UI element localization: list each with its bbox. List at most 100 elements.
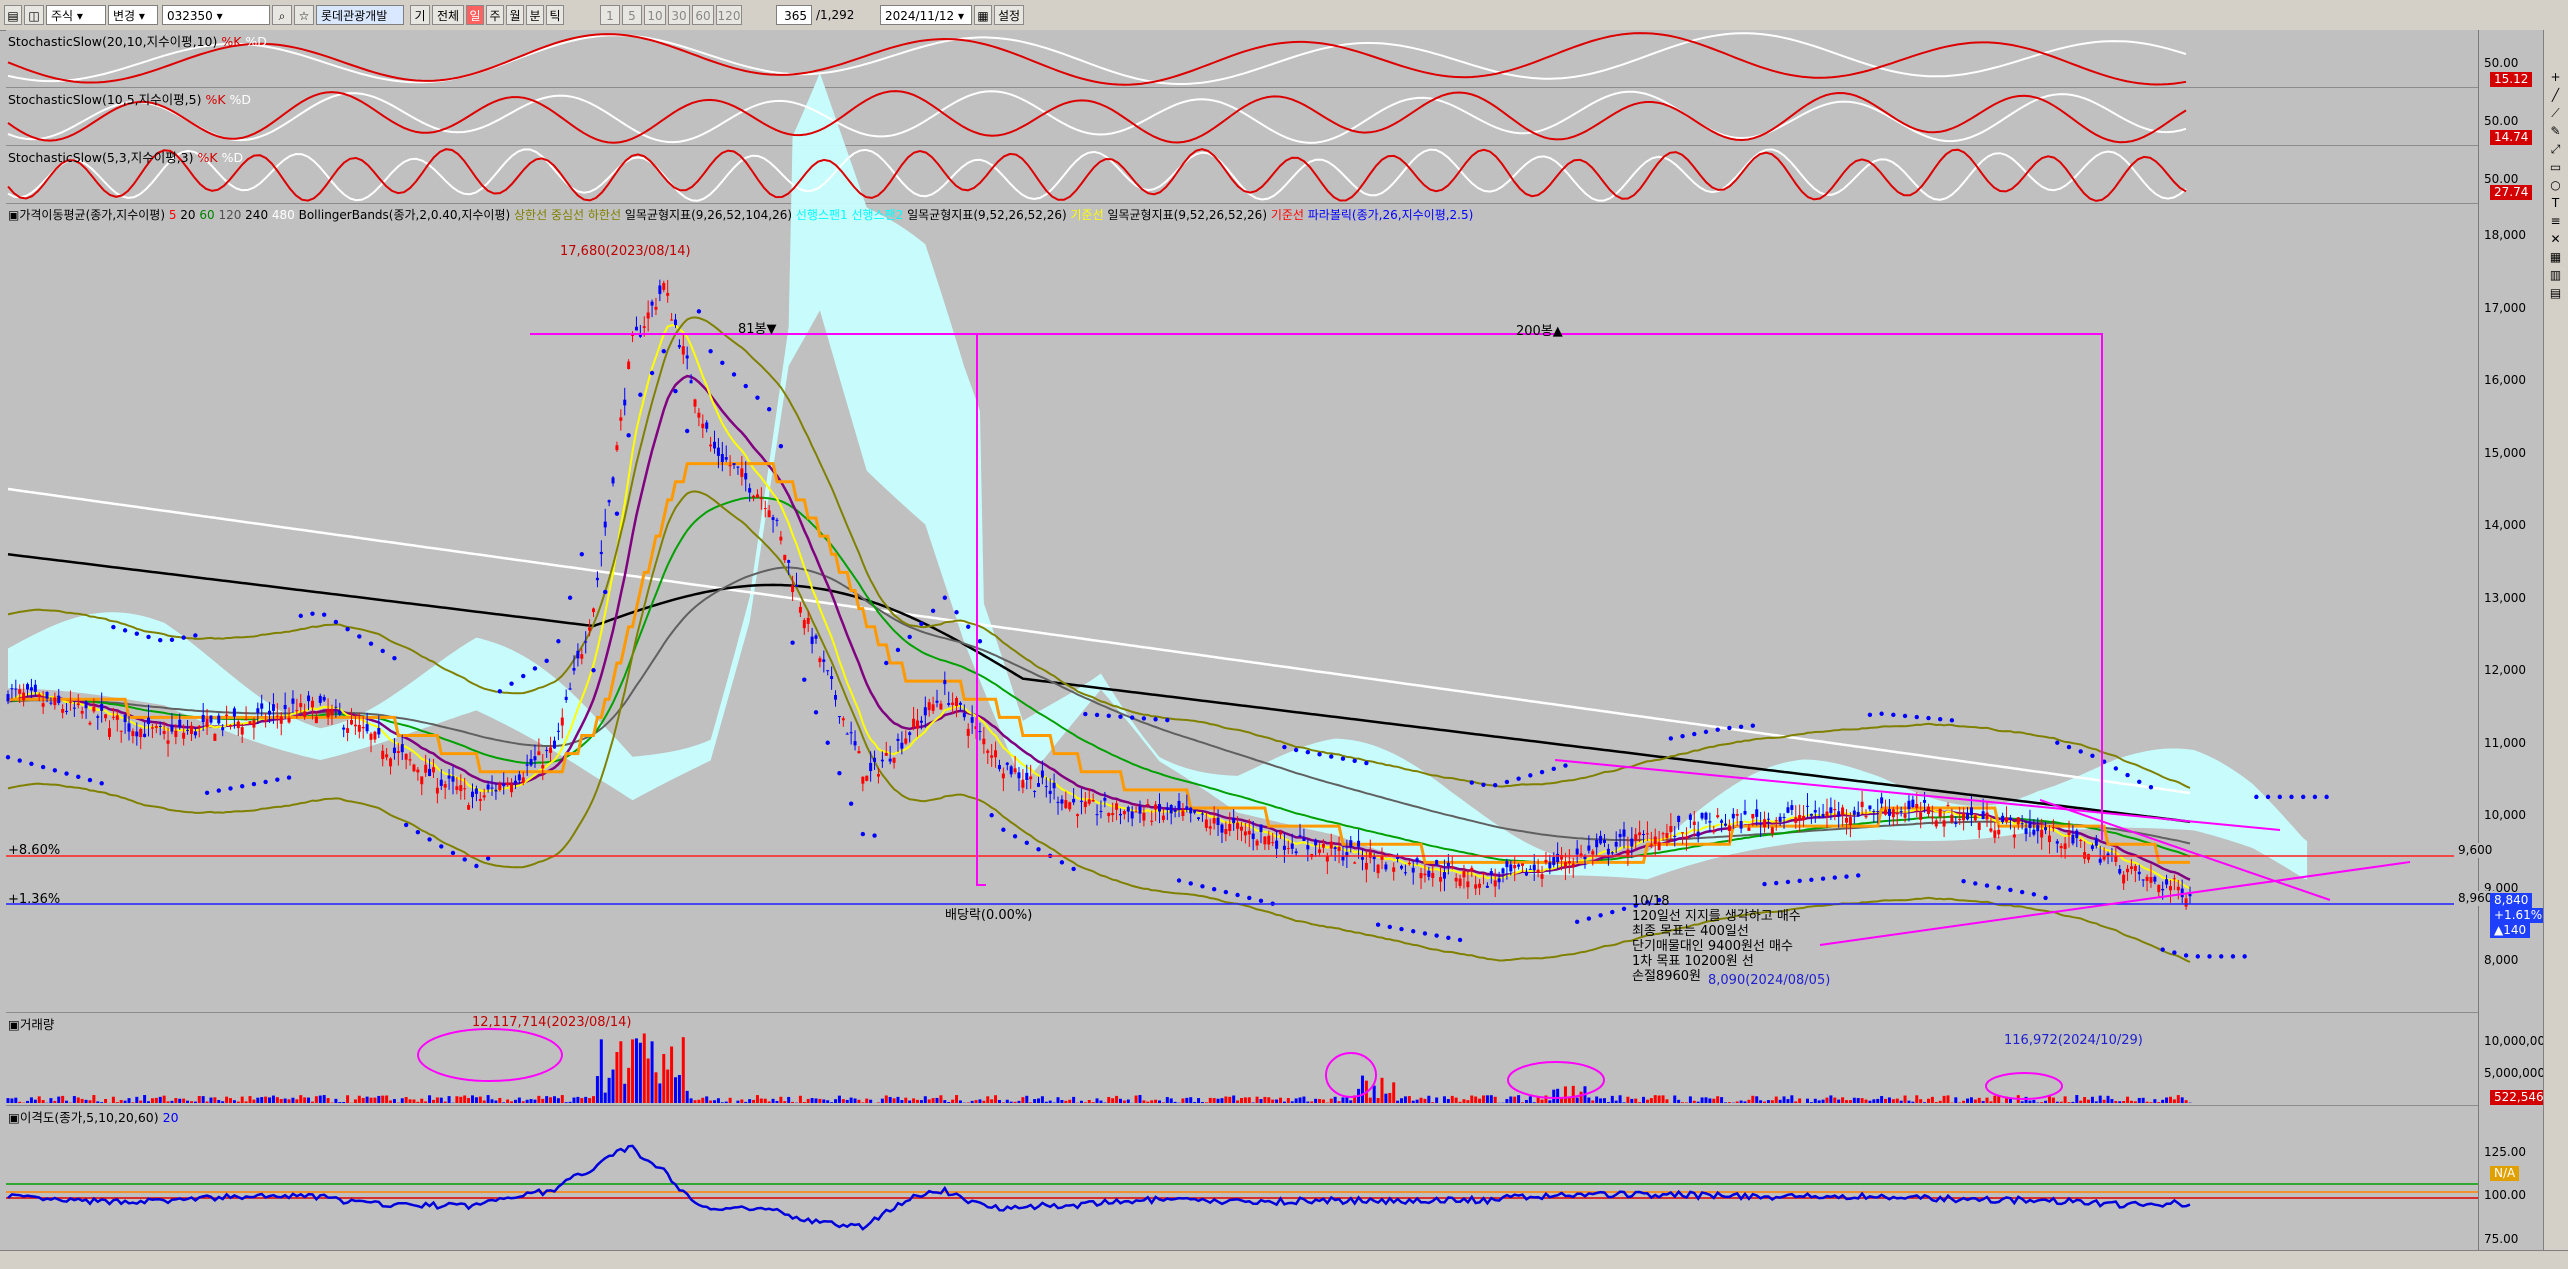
parabolic-sar-dot [662, 349, 666, 353]
volume-bar [1017, 1101, 1020, 1103]
volume-bar [2173, 1099, 2176, 1103]
parabolic-sar-dot [603, 590, 607, 594]
rectangle-tool-icon[interactable]: ▭ [2548, 160, 2563, 175]
candle-body [1064, 800, 1067, 808]
candle-body [167, 740, 170, 743]
volume-bar [545, 1096, 548, 1103]
volume-axis-tick: 5,000,000 [2484, 1066, 2545, 1080]
volume-bar [1634, 1099, 1637, 1103]
candle-body [682, 346, 685, 354]
candle-body [358, 725, 361, 732]
volume-bar [1505, 1099, 1508, 1103]
volume-bar [1318, 1099, 1321, 1103]
volume-bar [526, 1100, 529, 1103]
ex-dividend-text: 배당락(0.00%) [945, 908, 1032, 923]
delete-tool-icon[interactable]: ✕ [2548, 232, 2563, 247]
candle-body [943, 680, 946, 684]
candle-body [1283, 846, 1286, 850]
volume-bar [783, 1101, 786, 1103]
volume-bar [1767, 1100, 1770, 1103]
candle-body [85, 702, 88, 709]
candle-body [432, 767, 435, 772]
trend-tool-icon[interactable]: ⤢ [2548, 142, 2563, 157]
volume-bar [1974, 1100, 1977, 1103]
volume-bar [1224, 1096, 1227, 1103]
candle-body [1662, 833, 1665, 834]
volume-bar [1548, 1100, 1551, 1103]
candle-body [159, 726, 162, 727]
parabolic-sar-dot [1341, 757, 1345, 761]
candle-body [666, 293, 669, 296]
candle-body [1025, 773, 1028, 780]
parabolic-sar-dot [2196, 954, 2200, 958]
volume-bar [1861, 1098, 1864, 1103]
fibonacci-tool-icon[interactable]: ≡ [2548, 214, 2563, 229]
volume-bar [799, 1096, 802, 1103]
line-tool-icon[interactable]: ╱ [2548, 88, 2563, 103]
candle-body [1209, 826, 1212, 828]
text-tool-icon[interactable]: T [2548, 196, 2563, 211]
volume-bar [100, 1102, 103, 1103]
candle-body [967, 729, 970, 736]
candle-body [2028, 822, 2031, 828]
parabolic-sar-dot [1903, 714, 1907, 718]
parabolic-sar-dot [978, 639, 982, 643]
volume-bar [1037, 1098, 1040, 1103]
parabolic-sar-dot [474, 864, 478, 868]
price-tick: 12,000 [2484, 663, 2526, 677]
volume-bar [1615, 1101, 1618, 1103]
volume-bar [994, 1095, 997, 1103]
parabolic-sar-dot [1762, 882, 1766, 886]
parabolic-sar-dot [1704, 730, 1708, 734]
parabolic-sar-dot [2324, 795, 2328, 799]
max-volume-annotation: 12,117,714(2023/08/14) [472, 1015, 632, 1030]
volume-bar [2107, 1096, 2110, 1103]
volume-bar [2079, 1101, 2082, 1103]
legend-entry: 기준선 [1267, 208, 1304, 222]
volume-bar [1927, 1099, 1930, 1103]
candle-body [1923, 800, 1926, 803]
parabolic-sar-dot [1868, 713, 1872, 717]
volume-bar [580, 1098, 583, 1103]
layout-tool-icon[interactable]: ▤ [2548, 286, 2563, 301]
volume-bar [764, 1099, 767, 1103]
volume-bar [401, 1098, 404, 1103]
volume-bar [393, 1099, 396, 1103]
volume-bar [1798, 1099, 1801, 1103]
volume-bar [1673, 1096, 1676, 1103]
candle-body [1775, 820, 1778, 821]
circle-tool-icon[interactable]: ○ [2548, 178, 2563, 193]
volume-bar [77, 1097, 80, 1103]
volume-bar [1404, 1096, 1407, 1103]
candle-body [10, 688, 13, 689]
volume-bar [2064, 1096, 2067, 1103]
volume-bar [303, 1097, 306, 1103]
candle-body [1888, 809, 1891, 816]
volume-bar [2161, 1100, 2164, 1103]
pen-tool-icon[interactable]: ✎ [2548, 124, 2563, 139]
stochastic-3-k: %K [198, 150, 218, 165]
volume-bar [643, 1033, 646, 1103]
legend-entry: 파라볼릭(종가,26,지수이평,2.5) [1304, 208, 1473, 222]
crosshair-icon[interactable]: + [2548, 70, 2563, 85]
volume-bar [1408, 1096, 1411, 1103]
candle-body [1256, 841, 1259, 846]
candle-body [350, 720, 353, 725]
candle-body [1677, 816, 1680, 822]
parabolic-sar-dot [790, 641, 794, 645]
candle-body [1763, 819, 1766, 827]
volume-bar [1868, 1101, 1871, 1103]
parabolic-sar-dot [568, 596, 572, 600]
ray-tool-icon[interactable]: ⟋ [2548, 106, 2563, 121]
candle-body [994, 750, 997, 757]
grid-tool-icon[interactable]: ▦ [2548, 250, 2563, 265]
chart-canvas [0, 0, 2478, 1250]
volume-bar [1322, 1100, 1325, 1103]
volume-bar [834, 1099, 837, 1103]
candle-body [2095, 839, 2098, 846]
indicator-tool-icon[interactable]: ▥ [2548, 268, 2563, 283]
candle-body [272, 704, 275, 711]
volume-bar [1642, 1097, 1645, 1103]
price-tick: 16,000 [2484, 373, 2526, 387]
volume-bar [506, 1100, 509, 1103]
